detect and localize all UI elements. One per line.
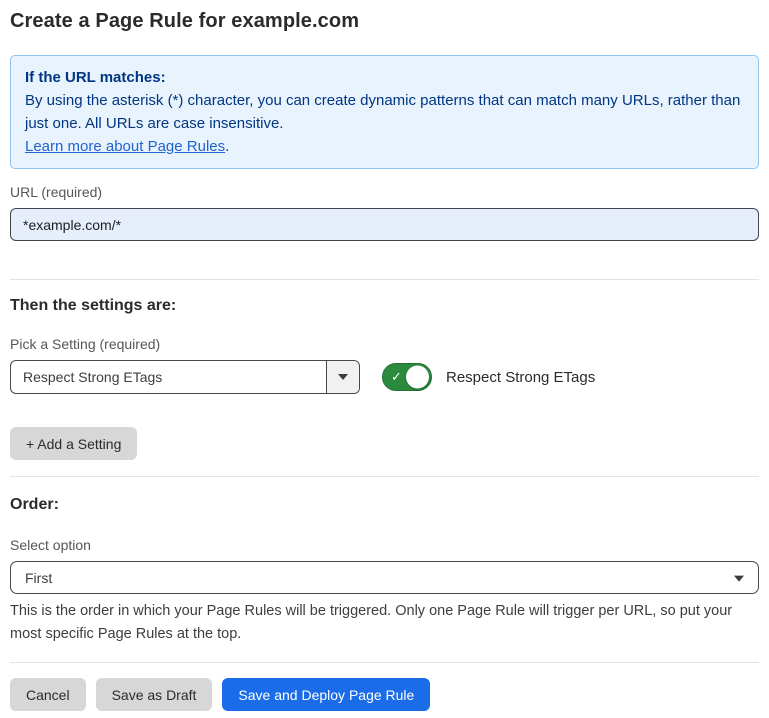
setting-select[interactable]: Respect Strong ETags [10,360,360,394]
toggle-knob [406,366,429,389]
order-select[interactable]: First [10,561,759,594]
chevron-down-icon [734,575,744,581]
add-setting-button[interactable]: + Add a Setting [10,427,137,460]
link-suffix: . [225,138,229,155]
save-and-deploy-button[interactable]: Save and Deploy Page Rule [222,678,430,711]
url-field-label: URL (required) [10,184,759,200]
footer-actions: Cancel Save as Draft Save and Deploy Pag… [10,678,759,711]
pick-setting-label: Pick a Setting (required) [10,336,759,352]
order-section-heading: Order: [10,496,759,514]
save-as-draft-button[interactable]: Save as Draft [96,678,213,711]
divider [10,279,759,280]
url-input[interactable] [10,208,759,241]
check-icon: ✓ [391,370,402,383]
setting-select-arrow-button[interactable] [326,361,359,393]
info-box-heading: If the URL matches: [25,66,744,89]
divider [10,662,759,663]
learn-more-link[interactable]: Learn more about Page Rules [25,138,225,155]
toggle-label: Respect Strong ETags [446,369,595,386]
settings-section-heading: Then the settings are: [10,297,759,315]
order-helper-text: This is the order in which your Page Rul… [10,600,755,646]
order-select-value: First [25,570,52,586]
page-title: Create a Page Rule for example.com [10,10,759,33]
url-match-info-box: If the URL matches: By using the asteris… [10,55,759,169]
cancel-button[interactable]: Cancel [10,678,86,711]
chevron-down-icon [338,374,348,380]
info-box-link-line: Learn more about Page Rules. [25,135,744,158]
divider [10,476,759,477]
order-select-label: Select option [10,537,759,553]
setting-row: Respect Strong ETags ✓ Respect Strong ET… [10,360,759,394]
etags-toggle[interactable]: ✓ [382,363,432,391]
setting-select-value: Respect Strong ETags [11,361,326,393]
info-box-body: By using the asterisk (*) character, you… [25,89,744,135]
